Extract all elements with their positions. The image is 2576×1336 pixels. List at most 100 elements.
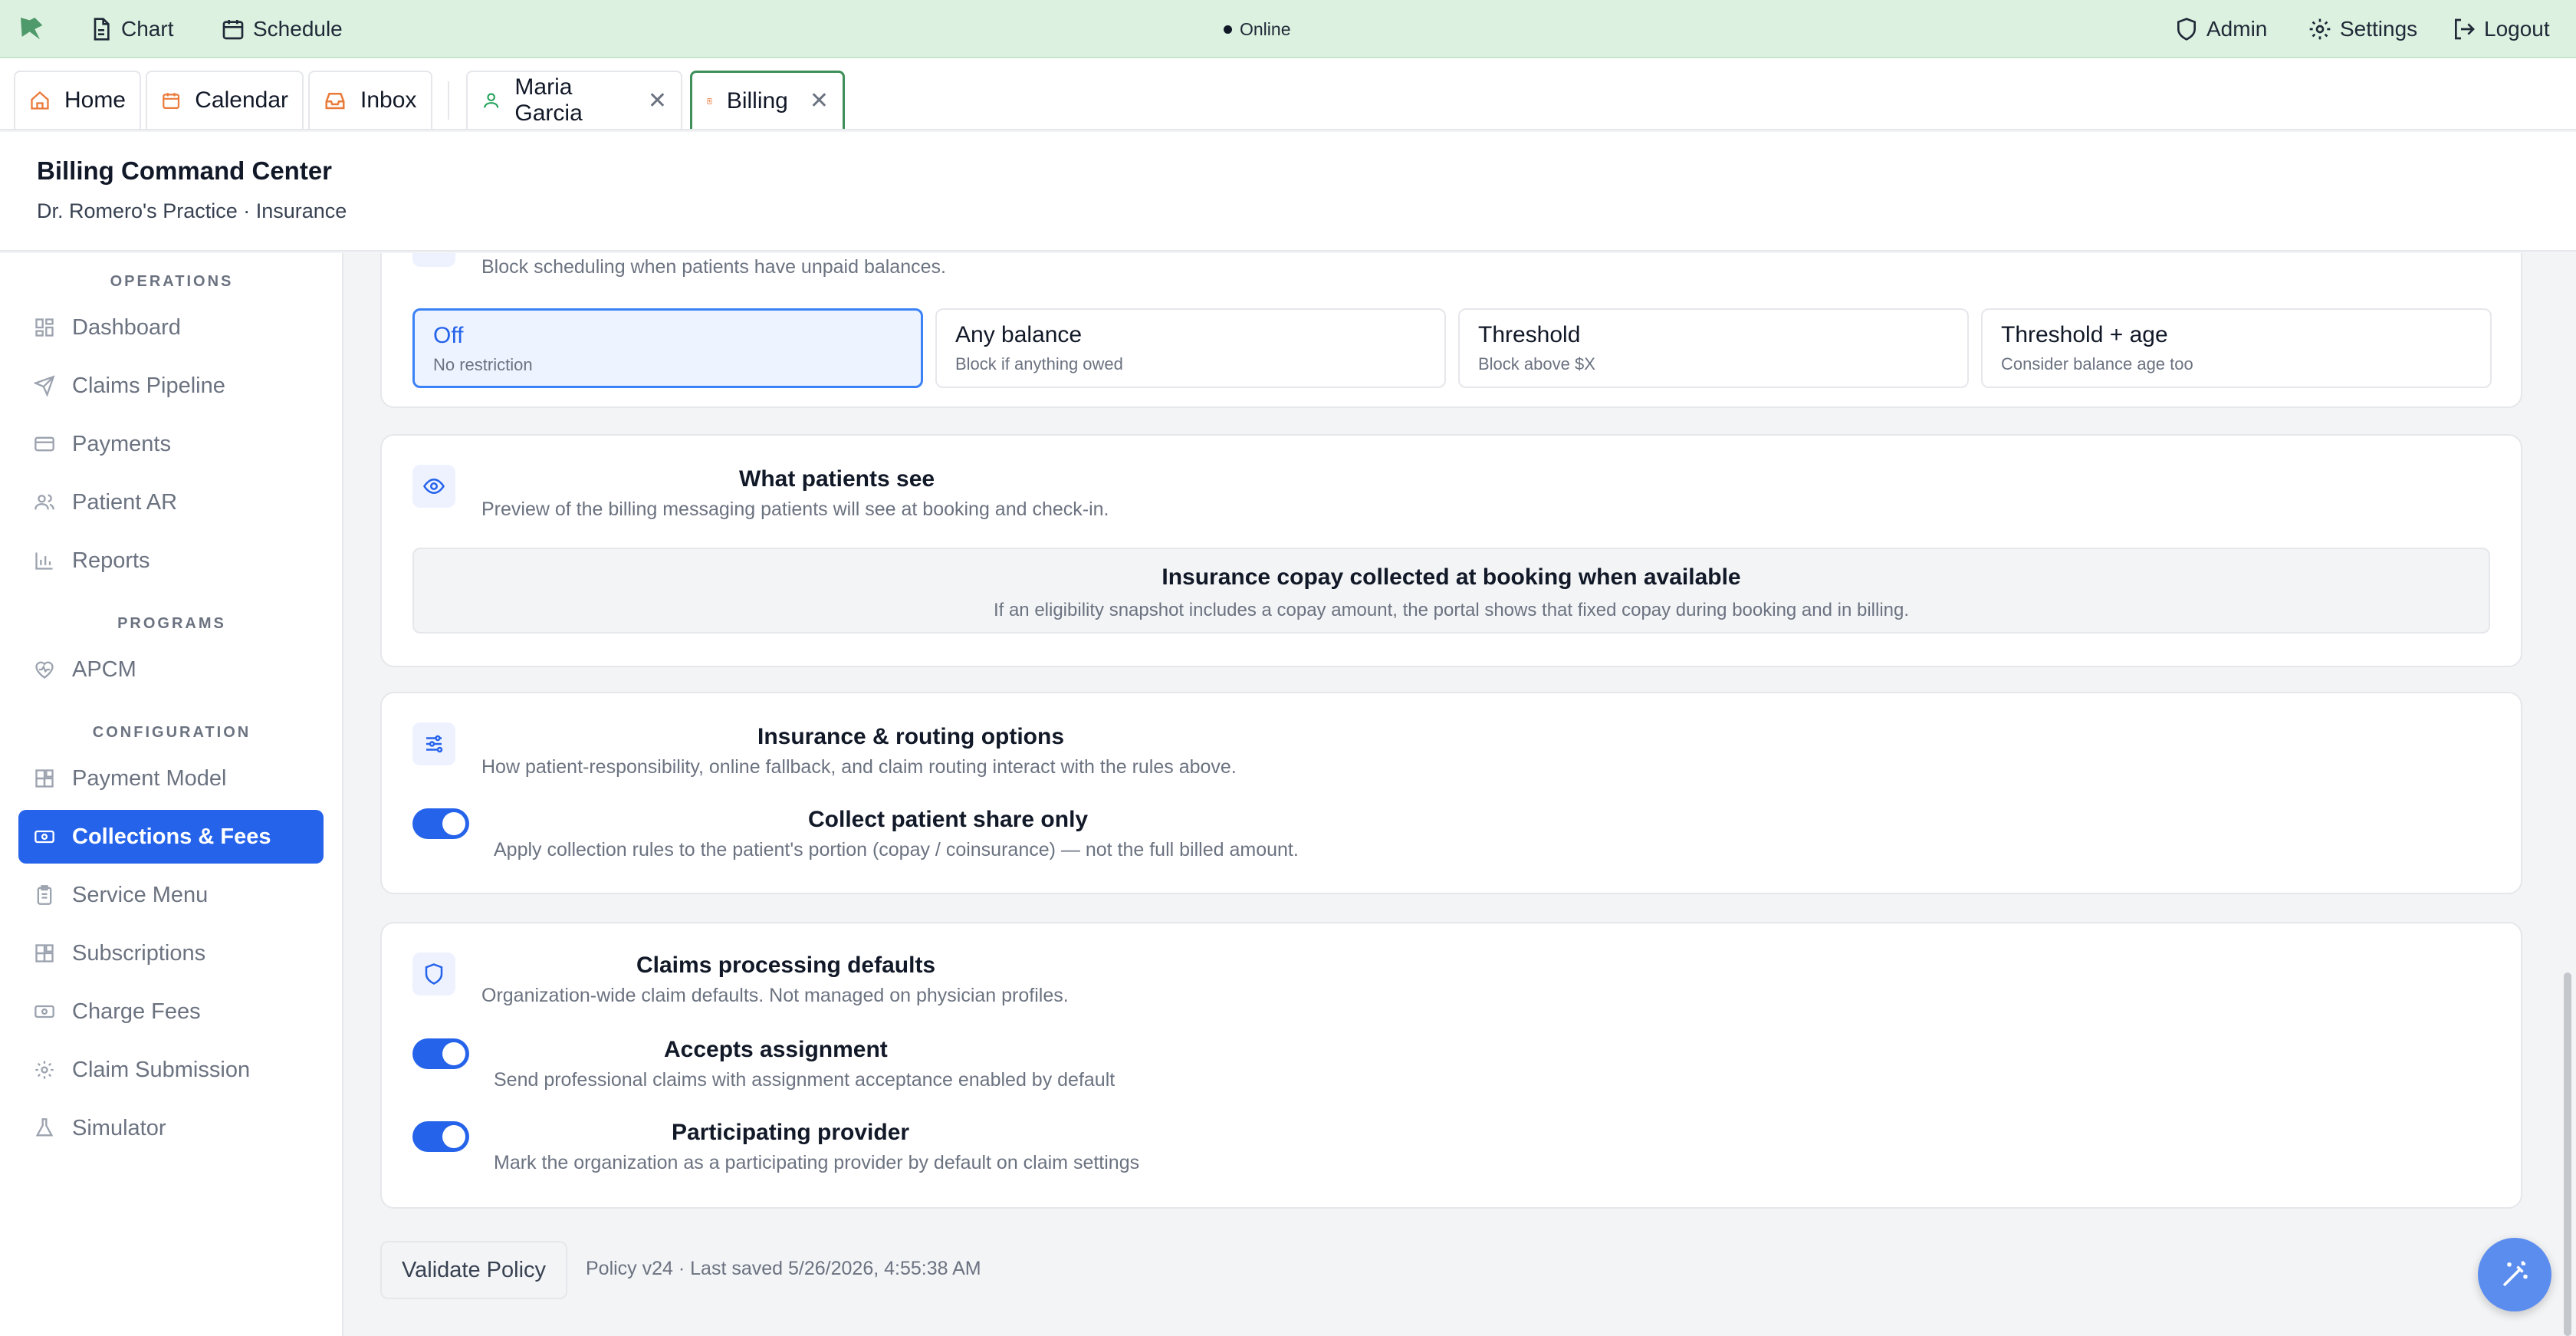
sidebar-item-patient-ar[interactable]: Patient AR <box>18 475 324 529</box>
sidebar-item-collections-fees[interactable]: Collections & Fees <box>18 810 324 864</box>
accepts-assignment-toggle[interactable] <box>412 1038 469 1069</box>
toggle-sub: Apply collection rules to the patient's … <box>494 839 1299 861</box>
card-icon <box>412 253 455 267</box>
validate-policy-button[interactable]: Validate Policy <box>380 1241 567 1299</box>
card-subtitle: Organization-wide claim defaults. Not ma… <box>481 985 1069 1006</box>
sidebar-item-label: Charge Fees <box>72 999 201 1024</box>
shield-icon <box>412 953 455 995</box>
chart-nav-button[interactable]: Chart <box>89 0 173 58</box>
option-title: Off <box>433 323 464 348</box>
chart-nav-label: Chart <box>121 17 174 41</box>
last-saved-text: Policy v24 · Last saved 5/26/2026, 4:55:… <box>586 1258 981 1279</box>
participating-provider-toggle[interactable] <box>412 1121 469 1152</box>
tab-maria-garcia[interactable]: Maria Garcia ✕ <box>466 71 682 129</box>
sidebar-item-claim-submission[interactable]: Claim Submission <box>18 1043 324 1097</box>
option-title: Any balance <box>955 322 1083 347</box>
option-threshold-age[interactable]: Threshold + age Consider balance age too <box>1981 308 2492 388</box>
shield-icon <box>2177 18 2196 41</box>
sidebar: OPERATIONS Dashboard Claims Pipeline Pay… <box>0 253 343 1336</box>
close-icon[interactable]: ✕ <box>648 87 667 114</box>
magic-wand-button[interactable] <box>2478 1238 2551 1311</box>
toggle-title: Participating provider <box>672 1120 910 1145</box>
credit-card-icon <box>34 436 54 452</box>
sidebar-item-dashboard[interactable]: Dashboard <box>18 301 324 354</box>
tab-billing[interactable]: Billing ✕ <box>690 71 845 129</box>
option-sub: Block above $X <box>1478 354 1595 373</box>
option-title: Threshold <box>1478 322 1581 347</box>
admin-label: Admin <box>2206 17 2268 41</box>
card-title: Claims processing defaults <box>636 953 936 978</box>
tab-label: Home <box>64 87 126 113</box>
sidebar-item-charge-fees[interactable]: Charge Fees <box>18 985 324 1038</box>
tab-divider <box>448 81 449 120</box>
document-icon <box>94 18 110 41</box>
dollar-doc-icon <box>707 97 712 104</box>
option-threshold[interactable]: Threshold Block above $X <box>1458 308 1969 388</box>
option-off[interactable]: Off No restriction <box>412 308 923 388</box>
sidebar-item-apcm[interactable]: APCM <box>18 643 324 696</box>
sidebar-item-label: Subscriptions <box>72 940 206 966</box>
toggle-title: Accepts assignment <box>664 1037 888 1062</box>
schedule-nav-button[interactable]: Schedule <box>221 0 343 58</box>
preview-box: Insurance copay collected at booking whe… <box>412 548 2490 633</box>
sidebar-item-subscriptions[interactable]: Subscriptions <box>18 926 324 980</box>
sidebar-item-reports[interactable]: Reports <box>18 534 324 587</box>
sidebar-item-label: Payment Model <box>72 765 227 791</box>
card-title: Insurance & routing options <box>757 724 1065 749</box>
close-icon[interactable]: ✕ <box>810 87 829 114</box>
eye-icon <box>412 465 455 508</box>
tab-home[interactable]: Home <box>14 71 141 129</box>
toggle-title: Collect patient share only <box>808 807 1089 832</box>
magic-wand-icon <box>2502 1261 2528 1287</box>
sidebar-item-label: Payments <box>72 431 171 456</box>
top-bar: Chart Schedule Online Admin Settings Log… <box>0 0 2576 58</box>
main-content: Block scheduling when patients have unpa… <box>345 253 2553 1336</box>
sidebar-item-payments[interactable]: Payments <box>18 417 324 471</box>
tab-label: Maria Garcia <box>514 74 583 126</box>
gear-icon <box>2309 18 2331 40</box>
page-header: Billing Command Center Dr. Romero's Prac… <box>0 132 2576 252</box>
bar-chart-icon <box>35 552 53 570</box>
tab-inbox[interactable]: Inbox <box>308 71 432 129</box>
tab-label: Inbox <box>360 87 417 113</box>
option-sub: No restriction <box>433 355 533 374</box>
sidebar-item-label: Simulator <box>72 1115 166 1140</box>
admin-button[interactable]: Admin <box>2174 0 2267 58</box>
sidebar-item-payment-model[interactable]: Payment Model <box>18 752 324 805</box>
sidebar-item-label: Service Menu <box>72 882 209 907</box>
send-icon <box>34 375 55 397</box>
heart-pulse-icon <box>35 661 54 679</box>
scheduling-subtitle: Block scheduling when patients have unpa… <box>481 256 946 278</box>
toggle-sub: Send professional claims with assignment… <box>494 1069 1116 1091</box>
page-title: Billing Command Center <box>37 156 333 185</box>
card-title: What patients see <box>739 466 935 492</box>
logout-button[interactable]: Logout <box>2452 0 2550 58</box>
preview-title: Insurance copay collected at booking whe… <box>1162 564 1741 590</box>
sidebar-item-label: Patient AR <box>72 489 178 515</box>
status-text: Online <box>1240 18 1291 39</box>
blocks-icon <box>35 944 54 963</box>
routing-card: Insurance & routing options How patient-… <box>380 692 2522 894</box>
card-subtitle: Preview of the billing messaging patient… <box>481 499 1109 520</box>
scrollbar[interactable] <box>2564 972 2571 1336</box>
user-icon <box>484 93 499 108</box>
logout-label: Logout <box>2484 17 2550 41</box>
sidebar-item-simulator[interactable]: Simulator <box>18 1101 324 1155</box>
gear-icon <box>35 1061 54 1079</box>
logo-icon[interactable] <box>17 0 55 58</box>
flask-icon <box>35 1118 54 1137</box>
option-sub: Consider balance age too <box>2001 354 2193 373</box>
collect-share-toggle[interactable] <box>412 808 469 839</box>
settings-button[interactable]: Settings <box>2308 0 2417 58</box>
schedule-nav-label: Schedule <box>253 17 343 41</box>
option-any-balance[interactable]: Any balance Block if anything owed <box>935 308 1446 388</box>
inbox-icon <box>325 93 345 110</box>
tab-calendar[interactable]: Calendar <box>146 71 304 129</box>
card-subtitle: How patient-responsibility, online fallb… <box>481 756 1237 778</box>
sidebar-item-claims-pipeline[interactable]: Claims Pipeline <box>18 359 324 413</box>
calendar-icon <box>222 20 244 40</box>
calendar-icon <box>163 93 180 109</box>
sidebar-item-label: Claims Pipeline <box>72 373 225 398</box>
scheduling-card: Block scheduling when patients have unpa… <box>380 253 2522 408</box>
sidebar-item-service-menu[interactable]: Service Menu <box>18 868 324 922</box>
